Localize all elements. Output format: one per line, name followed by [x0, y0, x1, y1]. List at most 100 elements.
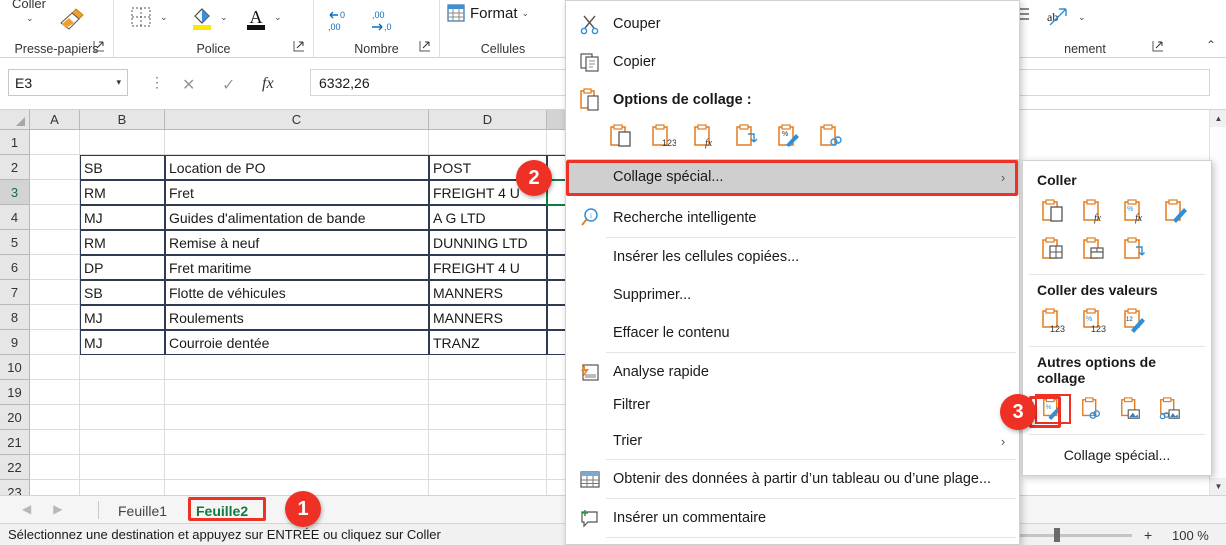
cell-D20[interactable] — [429, 405, 547, 430]
font-color-dropdown-chevron-icon[interactable]: ⌄ — [274, 13, 282, 22]
paste-picture-icon[interactable] — [1113, 394, 1149, 424]
row-header-23[interactable]: 23 — [0, 480, 30, 495]
row-header-2[interactable]: 2 — [0, 155, 30, 180]
paste-values-number-fmt-icon[interactable]: % 123 — [1076, 306, 1112, 336]
fill-color-dropdown-chevron-icon[interactable]: ⌄ — [220, 13, 228, 22]
zoom-level-label[interactable]: 100 % — [1172, 528, 1209, 543]
row-header-3[interactable]: 3 — [0, 180, 30, 205]
cell-C1[interactable] — [165, 130, 429, 155]
zoom-in-button[interactable]: + — [1144, 527, 1152, 543]
close-icon[interactable]: ✕ — [182, 75, 195, 95]
formula-bar-grip[interactable]: ⋮ — [150, 75, 164, 89]
triangle-left-icon[interactable]: ◀ — [22, 502, 31, 516]
paste-formatting-icon[interactable]: % — [1035, 394, 1071, 424]
context-menu-item-partial-bottom[interactable] — [567, 538, 1020, 545]
cell-C6[interactable]: Fret maritime — [165, 255, 429, 280]
cell-B22[interactable] — [80, 455, 165, 480]
row-header-7[interactable]: 7 — [0, 280, 30, 305]
cell-A2[interactable] — [30, 155, 80, 180]
context-menu-item-couper[interactable]: Couper — [567, 5, 1020, 43]
row-header-9[interactable]: 9 — [0, 330, 30, 355]
cell-C9[interactable]: Courroie dentée — [165, 330, 429, 355]
cell-B20[interactable] — [80, 405, 165, 430]
cell-B23[interactable] — [80, 480, 165, 495]
cell-C10[interactable] — [165, 355, 429, 380]
clipboard-dialog-launcher-icon[interactable] — [93, 40, 107, 54]
find-select-ab-icon[interactable]: ab — [1044, 5, 1074, 31]
increase-decimal-icon[interactable]: ,00 ,0 — [370, 8, 400, 34]
cell-D9[interactable]: TRANZ — [429, 330, 547, 355]
context-menu-item-trier[interactable]: Trier › — [567, 422, 1020, 460]
row-header-20[interactable]: 20 — [0, 405, 30, 430]
cell-A22[interactable] — [30, 455, 80, 480]
editing-dialog-launcher-icon[interactable] — [1152, 40, 1166, 54]
cell-B9[interactable]: MJ — [80, 330, 165, 355]
context-menu-item-recherche-intelligente[interactable]: i Recherche intelligente — [567, 199, 1020, 237]
row-header-22[interactable]: 22 — [0, 455, 30, 480]
borders-dropdown-chevron-icon[interactable]: ⌄ — [160, 13, 168, 22]
cell-A6[interactable] — [30, 255, 80, 280]
check-icon[interactable]: ✓ — [222, 75, 235, 95]
borders-icon[interactable] — [130, 6, 152, 28]
cell-C22[interactable] — [165, 455, 429, 480]
format-button[interactable]: Format ⌄ — [446, 3, 529, 23]
editing-dropdown-chevron-icon[interactable]: ⌄ — [1078, 13, 1086, 22]
fill-color-icon[interactable] — [190, 5, 214, 31]
paste-link-icon[interactable] — [1074, 394, 1110, 424]
cell-A23[interactable] — [30, 480, 80, 495]
cell-B5[interactable]: RM — [80, 230, 165, 255]
cell-D5[interactable]: DUNNING LTD — [429, 230, 547, 255]
name-box[interactable]: E3 ▾ — [8, 69, 128, 96]
context-menu-item-filtrer[interactable]: Filtrer › — [567, 386, 1020, 424]
scroll-down-icon[interactable]: ▼ — [1210, 478, 1226, 495]
context-menu-item-collage-special[interactable]: Collage spécial... › — [567, 159, 1020, 195]
column-header-A[interactable]: A — [30, 110, 80, 130]
cell-D7[interactable]: MANNERS — [429, 280, 547, 305]
cell-D1[interactable] — [429, 130, 547, 155]
submenu-item-collage-special[interactable]: Collage spécial... — [1023, 439, 1211, 467]
context-menu-item-inserer-cellules-copiees[interactable]: Insérer les cellules copiées... — [567, 238, 1020, 276]
number-dialog-launcher-icon[interactable] — [419, 40, 433, 54]
paste-linked-picture-icon[interactable] — [1152, 394, 1188, 424]
sheet-tab-feuille1[interactable]: Feuille1 — [108, 500, 177, 521]
paste-formatting-icon[interactable]: % — [776, 123, 802, 149]
paste-values-123-icon[interactable]: 123 — [650, 123, 676, 149]
row-header-5[interactable]: 5 — [0, 230, 30, 255]
context-menu-item-supprimer[interactable]: Supprimer... — [567, 276, 1020, 314]
cell-A20[interactable] — [30, 405, 80, 430]
context-menu-item-obtenir-donnees[interactable]: Obtenir des données à partir d’un tablea… — [567, 460, 1020, 498]
cell-B2[interactable]: SB — [80, 155, 165, 180]
cell-D8[interactable]: MANNERS — [429, 305, 547, 330]
cell-D4[interactable]: A G LTD — [429, 205, 547, 230]
paste-dropdown-chevron-icon[interactable]: ⌄ — [26, 14, 34, 23]
paste-transpose-icon[interactable] — [1117, 234, 1153, 264]
cell-D6[interactable]: FREIGHT 4 U — [429, 255, 547, 280]
triangle-right-icon[interactable]: ▶ — [53, 502, 62, 516]
column-header-D[interactable]: D — [429, 110, 547, 130]
paste-keep-source-formatting-icon[interactable] — [1158, 196, 1194, 226]
format-painter-icon[interactable] — [56, 6, 86, 32]
column-header-C[interactable]: C — [165, 110, 429, 130]
sheet-tab-feuille2[interactable]: Feuille2 — [186, 500, 258, 521]
context-menu-item-effacer-contenu[interactable]: Effacer le contenu — [567, 314, 1020, 352]
cell-A5[interactable] — [30, 230, 80, 255]
cell-C20[interactable] — [165, 405, 429, 430]
select-all-corner[interactable] — [0, 110, 30, 130]
insert-function-icon[interactable]: fx — [262, 75, 274, 93]
cell-B3[interactable]: RM — [80, 180, 165, 205]
collapse-ribbon-icon[interactable]: ⌃ — [1206, 38, 1216, 52]
paste-values-123-icon[interactable]: 123 — [1035, 306, 1071, 336]
cell-C7[interactable]: Flotte de véhicules — [165, 280, 429, 305]
row-header-4[interactable]: 4 — [0, 205, 30, 230]
cell-D23[interactable] — [429, 480, 547, 495]
row-header-6[interactable]: 6 — [0, 255, 30, 280]
cell-A21[interactable] — [30, 430, 80, 455]
cell-B7[interactable]: SB — [80, 280, 165, 305]
cell-C3[interactable]: Fret — [165, 180, 429, 205]
decrease-decimal-icon[interactable]: 0 ,00 — [326, 8, 356, 34]
font-color-icon[interactable]: A — [244, 5, 268, 31]
cell-C2[interactable]: Location de PO — [165, 155, 429, 180]
cell-B8[interactable]: MJ — [80, 305, 165, 330]
cell-D22[interactable] — [429, 455, 547, 480]
cell-B21[interactable] — [80, 430, 165, 455]
